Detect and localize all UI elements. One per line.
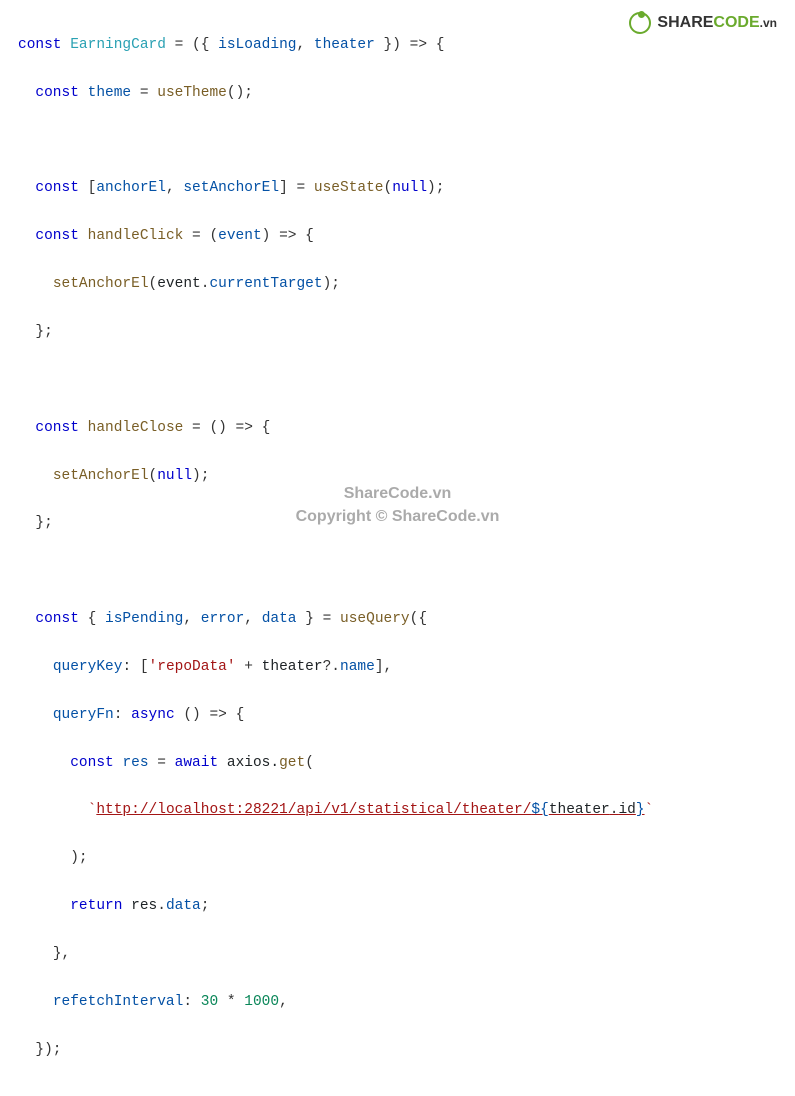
code-line: }; xyxy=(18,321,785,345)
code-line: }, xyxy=(18,943,785,967)
code-line: return res.data; xyxy=(18,895,785,919)
code-line: `http://localhost:28221/api/v1/statistic… xyxy=(18,799,785,823)
code-line: const theme = useTheme(); xyxy=(18,82,785,106)
code-line: const res = await axios.get( xyxy=(18,752,785,776)
code-line: setAnchorEl(event.currentTarget); xyxy=(18,273,785,297)
code-line: }; xyxy=(18,512,785,536)
code-line: const [anchorEl, setAnchorEl] = useState… xyxy=(18,177,785,201)
code-line: queryFn: async () => { xyxy=(18,704,785,728)
code-line: }); xyxy=(18,1039,785,1063)
code-line: refetchInterval: 30 * 1000, xyxy=(18,991,785,1015)
code-block: const EarningCard = ({ isLoading, theate… xyxy=(0,0,795,1096)
code-line: const { isPending, error, data } = useQu… xyxy=(18,608,785,632)
code-line: const EarningCard = ({ isLoading, theate… xyxy=(18,34,785,58)
code-line: setAnchorEl(null); xyxy=(18,465,785,489)
code-line xyxy=(18,369,785,393)
url-literal: http://localhost:28221/api/v1/statistica… xyxy=(96,802,644,818)
code-line: const handleClick = (event) => { xyxy=(18,225,785,249)
code-line: ); xyxy=(18,847,785,871)
code-line: const handleClose = () => { xyxy=(18,417,785,441)
code-line xyxy=(18,560,785,584)
code-line xyxy=(18,130,785,154)
code-line: queryKey: ['repoData' + theater?.name], xyxy=(18,656,785,680)
